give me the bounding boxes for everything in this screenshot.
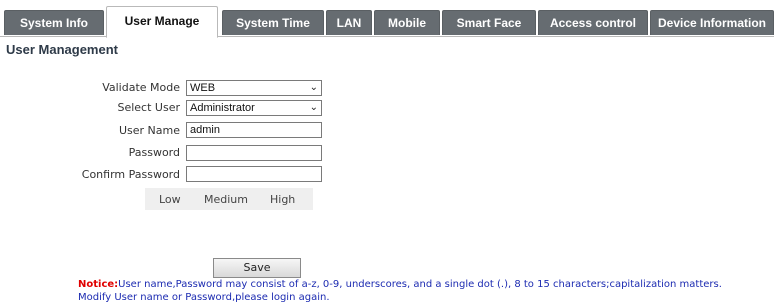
- page-title: User Management: [6, 42, 118, 57]
- save-button[interactable]: Save: [213, 258, 301, 278]
- tab-mobile[interactable]: Mobile: [374, 10, 440, 35]
- user-name-label: User Name: [118, 124, 180, 137]
- strength-high: High: [270, 193, 296, 206]
- tab-device-information[interactable]: Device Information: [650, 10, 774, 35]
- validate-mode-select[interactable]: WEB ⌄: [186, 80, 322, 96]
- user-name-input[interactable]: admin: [186, 122, 322, 138]
- tab-system-info[interactable]: System Info: [4, 10, 104, 35]
- chevron-down-icon: ⌄: [309, 82, 318, 93]
- tab-smart-face[interactable]: Smart Face: [442, 10, 536, 35]
- notice-line-1: Notice:User name,Password may consist of…: [78, 279, 722, 290]
- notice-prefix: Notice:: [78, 279, 119, 290]
- validate-mode-value: WEB: [190, 82, 216, 94]
- notice-text: User name,Password may consist of a-z, 0…: [118, 279, 722, 290]
- confirm-password-label: Confirm Password: [81, 168, 180, 181]
- strength-medium: Medium: [204, 193, 248, 206]
- tab-system-time[interactable]: System Time: [222, 10, 324, 35]
- confirm-password-input[interactable]: [186, 166, 322, 182]
- validate-mode-label: Validate Mode: [102, 81, 180, 94]
- tab-access-control[interactable]: Access control: [538, 10, 648, 35]
- chevron-down-icon: ⌄: [309, 102, 318, 113]
- select-user-label: Select User: [117, 101, 180, 114]
- password-label: Password: [128, 146, 180, 159]
- tab-lan[interactable]: LAN: [326, 10, 372, 35]
- tab-user-manage[interactable]: User Manage: [106, 6, 218, 38]
- select-user-value: Administrator: [190, 102, 255, 114]
- strength-low: Low: [159, 193, 181, 206]
- password-strength-meter: Low Medium High: [145, 188, 313, 210]
- select-user-select[interactable]: Administrator ⌄: [186, 100, 322, 116]
- notice-line-2: Modify User name or Password,please logi…: [78, 292, 330, 303]
- password-input[interactable]: [186, 145, 322, 161]
- tab-bar: System Info User Manage System Time LAN …: [0, 0, 774, 38]
